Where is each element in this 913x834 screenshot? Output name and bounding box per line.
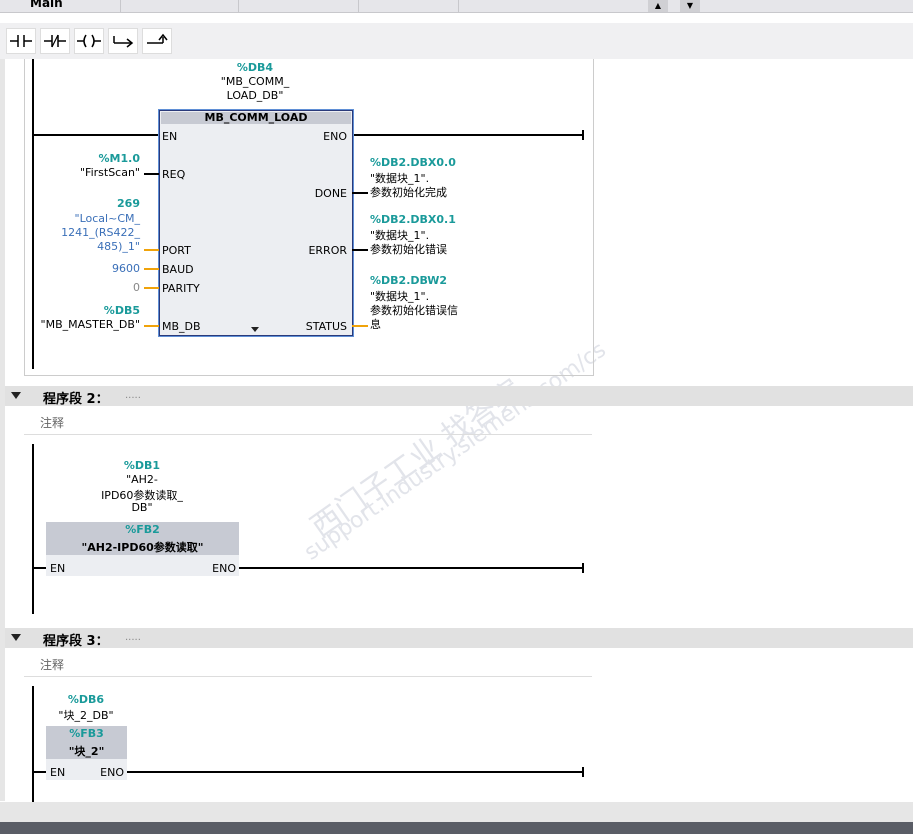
rung-line-1 [33,134,159,136]
port-wire [144,249,159,251]
coil-icon[interactable] [74,28,104,54]
fb3-instance-name: "块_2_DB" [58,709,114,722]
eno-line-2 [239,567,584,569]
fb3-instance-addr: %DB6 [67,693,105,706]
fb2-name: "AH2-IPD60参数读取" [81,541,204,554]
fb3-pin-en: EN [50,766,66,779]
power-rail-3 [32,686,34,802]
status-bar [0,822,913,834]
parity-wire [144,287,159,289]
ladder-toolbar [0,23,913,59]
network2-title-placeholder[interactable]: ..... [125,390,141,401]
pin-error: ERROR [308,244,347,257]
pin-parity: PARITY [162,282,200,295]
status-output-l3: 息 [370,318,381,331]
fb2-instance-l1: "AH2- [126,473,158,486]
fb2-instance-addr: %DB1 [123,459,161,472]
tab-strip: Main ▲ ▼ [0,0,913,13]
fb2-addr: %FB2 [125,523,160,536]
baud-wire [144,268,159,270]
error-output-addr: %DB2.DBX0.1 [370,213,456,226]
pin-mb-db: MB_DB [162,320,201,333]
branch-close-icon[interactable] [142,28,172,54]
network3-header[interactable]: 程序段 3： ..... [5,628,913,649]
network2-comment[interactable]: 注释 [24,410,592,435]
instance-db-addr: %DB4 [236,61,274,74]
nc-contact-icon[interactable] [40,28,70,54]
scroll-down-icon[interactable]: ▼ [680,0,700,12]
network2-header[interactable]: 程序段 2： ..... [5,386,913,407]
comment-label: 注释 [40,416,65,430]
editor-footer [0,802,913,822]
pin-req: REQ [162,168,186,181]
network2-title: 程序段 2： [43,392,109,407]
rung-line-2 [33,567,46,569]
fb3-addr: %FB3 [69,727,104,740]
eno-line-3 [127,771,584,773]
fb3-pin-eno: ENO [100,766,124,779]
done-output-addr: %DB2.DBX0.0 [370,156,456,169]
scroll-up-icon[interactable]: ▲ [648,0,668,12]
network3-title: 程序段 3： [43,634,109,649]
comment-label: 注释 [40,658,65,672]
instance-db-name-l1: "MB_COMM_ [220,75,290,88]
port-input-l2: 1241_(RS422_ [61,226,140,239]
editor-gutter [0,59,5,801]
port-input-l1: "Local~CM_ [74,212,140,225]
pin-en: EN [162,130,178,143]
branch-open-icon[interactable] [108,28,138,54]
status-wire [352,325,368,327]
mbdb-input-name: "MB_MASTER_DB" [40,318,140,331]
req-input-name: "FirstScan" [79,166,140,179]
done-wire [352,192,368,194]
rung-end-3 [582,767,584,777]
status-output-l2: 参数初始化错误信 [370,304,458,317]
req-wire [144,173,159,175]
instance-db-name-l2: LOAD_DB" [226,89,284,102]
pin-eno: ENO [323,130,347,143]
expand-block-icon[interactable] [251,327,259,332]
rung-end-1 [582,130,584,140]
pin-baud: BAUD [162,263,194,276]
mbdb-wire [144,325,159,327]
fb2-pin-eno: ENO [212,562,236,575]
port-input-value: 269 [117,197,140,210]
parity-input-value: 0 [133,281,140,294]
collapse-icon[interactable] [11,392,21,399]
pin-status: STATUS [305,320,347,333]
block-title: MB_COMM_LOAD [161,112,351,124]
done-output-l2: 参数初始化完成 [370,186,447,199]
no-contact-icon[interactable] [6,28,36,54]
fb2-instance-l3: DB" [131,501,153,514]
network3-comment[interactable]: 注释 [24,652,592,677]
rung-end-2 [582,563,584,573]
req-input-addr: %M1.0 [98,152,140,165]
rung-line-3 [33,771,46,773]
mb-comm-load-block[interactable] [159,110,353,336]
fb3-name: "块_2" [68,745,105,758]
power-rail-2 [32,444,34,614]
fb2-pin-en: EN [50,562,66,575]
pin-done: DONE [314,187,347,200]
baud-input-value: 9600 [112,262,140,275]
pin-port: PORT [162,244,191,257]
network3-title-placeholder[interactable]: ..... [125,632,141,643]
port-input-l3: 485)_1" [97,240,140,253]
status-output-addr: %DB2.DBW2 [370,274,448,287]
error-wire [352,249,368,251]
mbdb-input-addr: %DB5 [103,304,140,317]
error-output-l2: 参数初始化错误 [370,243,447,256]
collapse-icon[interactable] [11,634,21,641]
eno-line-1 [352,134,584,136]
